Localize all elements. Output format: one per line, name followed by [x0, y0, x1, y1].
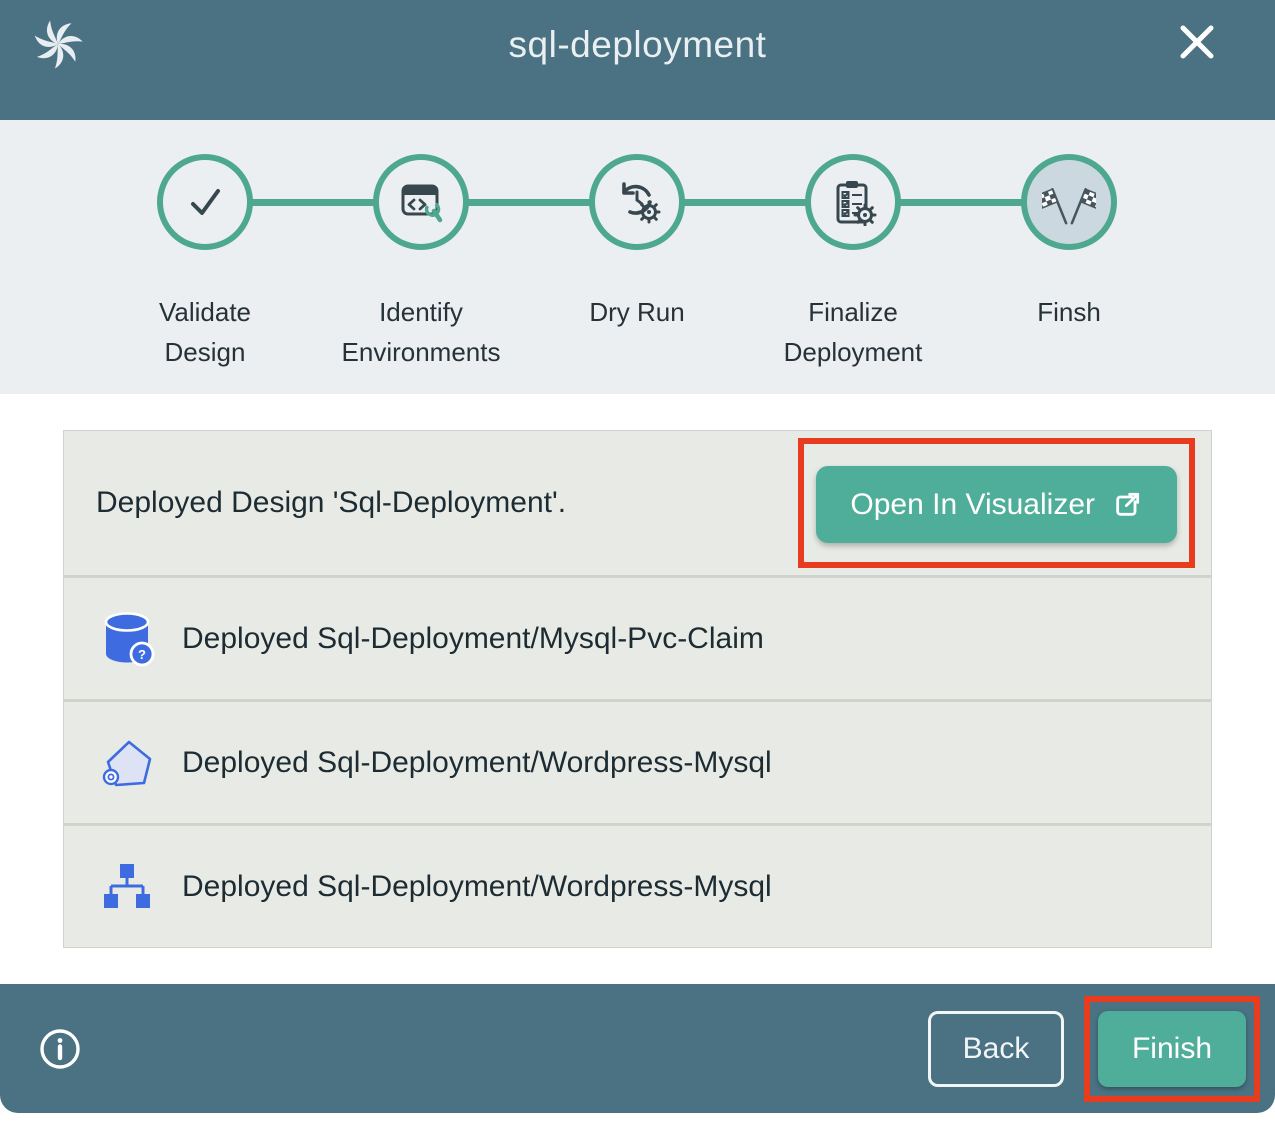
modal-title: sql-deployment — [0, 24, 1275, 66]
checkmark-icon — [181, 178, 229, 226]
deployed-resource-text: Deployed Sql-Deployment/Mysql-Pvc-Claim — [182, 622, 764, 656]
external-link-icon — [1111, 489, 1143, 521]
deployed-resource-row: ? Deployed Sql-Deployment/Mysql-Pvc-Clai… — [64, 578, 1211, 699]
deployment-wizard-modal: sql-deployment Validate Design — [0, 0, 1275, 1113]
deployed-resource-row: Deployed Sql-Deployment/Wordpress-Mysql — [64, 702, 1211, 823]
close-button[interactable] — [1177, 22, 1217, 62]
step-circle-finish[interactable] — [1021, 154, 1117, 250]
wizard-stepper: Validate Design Identify Environments — [0, 120, 1275, 394]
hierarchy-icon — [98, 858, 156, 916]
step-finalize-deployment: Finalize Deployment — [745, 154, 961, 372]
step-identify-environments: Identify Environments — [313, 154, 529, 372]
deployed-design-row: Deployed Design 'Sql-Deployment'. Open I… — [64, 431, 1211, 575]
step-circle-finalize-deployment[interactable] — [805, 154, 901, 250]
step-dry-run: Dry Run — [529, 154, 745, 372]
pentagon-icon — [98, 734, 156, 792]
back-button[interactable]: Back — [928, 1011, 1064, 1087]
svg-text:?: ? — [138, 647, 146, 662]
step-label: Finalize Deployment — [773, 292, 933, 372]
info-icon — [38, 1027, 82, 1071]
step-circle-dry-run[interactable] — [589, 154, 685, 250]
step-validate-design: Validate Design — [97, 154, 313, 372]
step-label: Dry Run — [557, 292, 717, 332]
deployed-resource-row: Deployed Sql-Deployment/Wordpress-Mysql — [64, 826, 1211, 947]
dry-run-sync-icon — [613, 178, 661, 226]
step-label: Validate Design — [125, 292, 285, 372]
step-circle-identify-environments[interactable] — [373, 154, 469, 250]
modal-footer: Back Finish — [0, 984, 1275, 1113]
open-in-visualizer-button[interactable]: Open In Visualizer — [816, 466, 1177, 543]
highlight-box-finish: Finish — [1084, 996, 1260, 1102]
database-icon: ? — [98, 610, 156, 668]
deployment-results: Deployed Design 'Sql-Deployment'. Open I… — [0, 394, 1275, 948]
step-label: Identify Environments — [341, 292, 501, 372]
checkered-flags-icon — [1042, 175, 1096, 229]
code-tools-icon — [397, 178, 445, 226]
info-button[interactable] — [38, 1027, 82, 1071]
deployed-design-text: Deployed Design 'Sql-Deployment'. — [96, 486, 566, 520]
deployed-resource-text: Deployed Sql-Deployment/Wordpress-Mysql — [182, 870, 772, 904]
step-circle-validate-design[interactable] — [157, 154, 253, 250]
checklist-gear-icon — [829, 178, 877, 226]
step-finish: Finsh — [961, 154, 1177, 372]
highlight-box-visualizer: Open In Visualizer — [798, 438, 1195, 568]
close-icon — [1177, 22, 1217, 62]
deployed-resource-text: Deployed Sql-Deployment/Wordpress-Mysql — [182, 746, 772, 780]
step-label: Finsh — [989, 292, 1149, 332]
open-in-visualizer-label: Open In Visualizer — [850, 488, 1095, 522]
finish-button[interactable]: Finish — [1098, 1011, 1246, 1087]
modal-header: sql-deployment — [0, 0, 1275, 120]
